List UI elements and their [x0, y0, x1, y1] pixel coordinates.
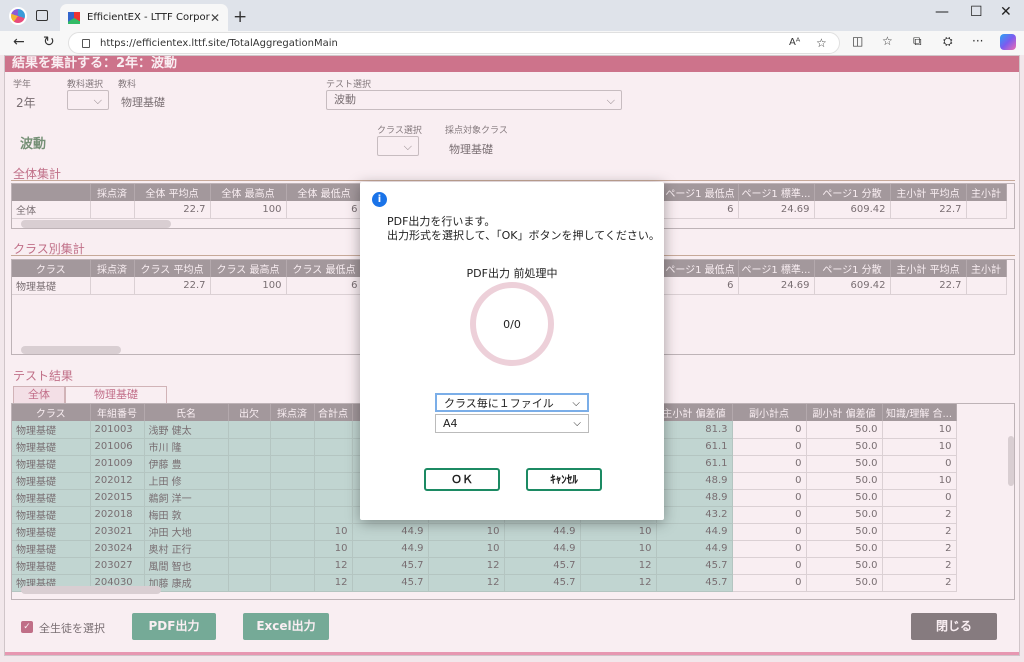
address-bar[interactable]: https://efficientex.lttf.site/TotalAggre…: [68, 32, 840, 54]
url-text: https://efficientex.lttf.site/TotalAggre…: [100, 37, 338, 49]
output-mode-value: クラス毎に１ファイル: [444, 397, 554, 410]
ok-button[interactable]: ＯＫ: [424, 468, 500, 491]
lock-icon: [82, 38, 90, 48]
split-screen-icon[interactable]: ◫: [852, 34, 863, 48]
pdf-output-dialog: i PDF出力を行います。 出力形式を選択して、「OK」ボタンを押してください。…: [360, 182, 664, 520]
copilot-icon[interactable]: [1000, 34, 1016, 50]
dialog-message-line1: PDF出力を行います。: [387, 215, 496, 228]
favorite-star-icon[interactable]: ☆: [816, 36, 827, 50]
paper-size-value: A4: [443, 417, 458, 430]
new-tab-icon[interactable]: +: [233, 7, 247, 27]
extensions-icon[interactable]: ⛭: [943, 34, 953, 49]
dialog-message-line2: 出力形式を選択して、「OK」ボタンを押してください。: [387, 229, 660, 242]
collections-icon[interactable]: ⧉: [913, 34, 922, 49]
favorites-icon[interactable]: ☆: [882, 34, 893, 48]
browser-tab[interactable]: EfficientEX - LTTF Corporation - ✕: [60, 4, 228, 31]
read-aloud-icon[interactable]: Aᴬ: [789, 37, 800, 48]
close-window-icon[interactable]: ✕: [1000, 4, 1012, 20]
profile-avatar-icon[interactable]: [9, 7, 27, 25]
browser-tab-bar: EfficientEX - LTTF Corporation - ✕ + — ☐…: [0, 0, 1024, 31]
progress-text: 0/0: [503, 318, 521, 331]
processing-label: PDF出力 前処理中: [466, 267, 558, 280]
tab-actions-icon[interactable]: [36, 10, 48, 21]
browser-nav-bar: ← ↻ https://efficientex.lttf.site/TotalA…: [0, 31, 1024, 55]
cancel-button[interactable]: ｷｬﾝｾﾙ: [526, 468, 602, 491]
close-tab-icon[interactable]: ✕: [210, 11, 220, 25]
paper-size-select[interactable]: A4 ⌵: [435, 414, 589, 433]
favicon-icon: [68, 11, 80, 24]
minimize-icon[interactable]: —: [935, 4, 949, 20]
chevron-down-icon: ⌵: [572, 398, 580, 409]
tab-title: EfficientEX - LTTF Corporation -: [87, 12, 210, 23]
dialog-message: PDF出力を行います。 出力形式を選択して、「OK」ボタンを押してください。: [387, 215, 660, 243]
back-icon[interactable]: ←: [13, 34, 25, 50]
chevron-down-icon: ⌵: [573, 418, 581, 429]
maximize-icon[interactable]: ☐: [970, 4, 983, 20]
more-icon[interactable]: ···: [972, 34, 983, 48]
info-icon: i: [372, 192, 387, 207]
output-mode-select[interactable]: クラス毎に１ファイル ⌵: [435, 393, 589, 412]
refresh-icon[interactable]: ↻: [43, 34, 55, 50]
